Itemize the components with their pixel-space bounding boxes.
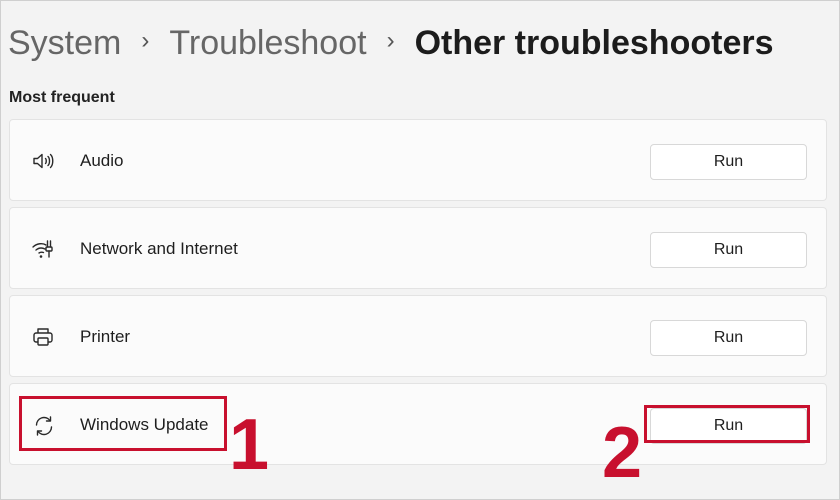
step-number-2: 2 [602,413,643,493]
printer-icon [31,325,55,349]
section-label-most-frequent: Most frequent [9,89,115,106]
troubleshooter-card-network: Network and Internet Run [9,207,827,289]
run-button-audio[interactable]: Run [650,144,807,180]
troubleshooter-label: Audio [80,151,124,170]
troubleshooter-label: Printer [80,327,131,346]
troubleshooters-page: System › Troubleshoot › Other troublesho… [0,0,840,500]
run-button-windows-update[interactable]: Run [650,408,807,444]
troubleshooter-card-audio: Audio Run [9,119,827,201]
page-title: Other troubleshooters [414,24,774,62]
breadcrumb-separator: › [386,27,395,54]
step-number-1: 1 [229,405,270,485]
breadcrumb-separator: › [141,27,150,54]
sync-icon [32,414,56,438]
troubleshooter-card-printer: Printer Run [9,295,827,377]
speaker-icon [31,149,55,173]
troubleshooter-label: Network and Internet [80,239,238,258]
breadcrumb-system[interactable]: System [8,26,121,60]
network-wifi-icon [31,237,55,261]
breadcrumb-troubleshoot[interactable]: Troubleshoot [169,26,366,60]
troubleshooter-card-windows-update: Windows Update Run [9,383,827,465]
breadcrumb: System › Troubleshoot › Other troublesho… [8,19,774,67]
run-button-network[interactable]: Run [650,232,807,268]
run-button-printer[interactable]: Run [650,320,807,356]
troubleshooter-label: Windows Update [80,415,209,434]
